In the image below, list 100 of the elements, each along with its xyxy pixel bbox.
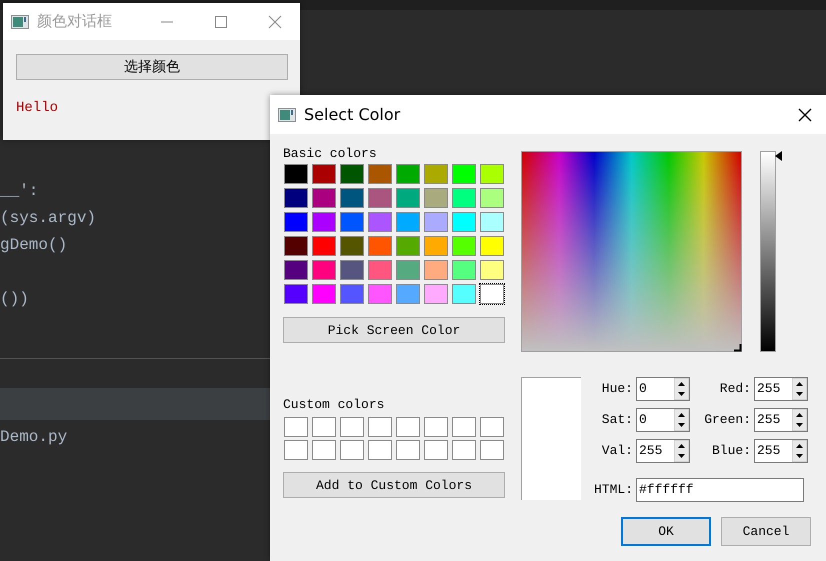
spin-box[interactable]: 0	[636, 408, 690, 432]
custom-color-slot[interactable]	[395, 439, 421, 461]
color-swatch[interactable]	[451, 283, 477, 305]
field-label: Sat:	[600, 411, 633, 429]
pick-screen-color-button[interactable]: Pick Screen Color	[283, 317, 505, 343]
color-swatch[interactable]	[283, 187, 309, 209]
spin-arrows-icon[interactable]	[792, 378, 807, 400]
color-swatch[interactable]	[367, 163, 393, 185]
color-swatch[interactable]	[479, 211, 505, 233]
spin-box[interactable]: 255	[754, 439, 808, 463]
custom-color-slot[interactable]	[451, 416, 477, 438]
spin-box[interactable]: 255	[754, 377, 808, 401]
color-swatch[interactable]	[479, 187, 505, 209]
add-custom-color-button[interactable]: Add to Custom Colors	[283, 472, 505, 498]
color-swatch[interactable]	[423, 259, 449, 281]
spin-arrows-icon[interactable]	[674, 440, 689, 462]
custom-color-slot[interactable]	[339, 416, 365, 438]
close-icon[interactable]	[798, 108, 812, 122]
custom-color-slot[interactable]	[451, 439, 477, 461]
color-swatch[interactable]	[311, 235, 337, 257]
color-swatch[interactable]	[367, 187, 393, 209]
color-swatch[interactable]	[283, 283, 309, 305]
color-swatch[interactable]	[311, 163, 337, 185]
color-swatch[interactable]	[367, 283, 393, 305]
color-swatch[interactable]	[451, 163, 477, 185]
spin-box[interactable]: 255	[754, 408, 808, 432]
custom-color-slot[interactable]	[311, 439, 337, 461]
color-swatch[interactable]	[339, 283, 365, 305]
color-swatch[interactable]	[479, 163, 505, 185]
spin-arrows-icon[interactable]	[792, 409, 807, 431]
color-swatch[interactable]	[311, 211, 337, 233]
custom-color-slot[interactable]	[423, 439, 449, 461]
color-swatch[interactable]	[283, 163, 309, 185]
custom-color-slot[interactable]	[423, 416, 449, 438]
color-swatch[interactable]	[395, 163, 421, 185]
color-swatch[interactable]	[339, 211, 365, 233]
spin-arrows-icon[interactable]	[792, 440, 807, 462]
custom-color-slot[interactable]	[367, 416, 393, 438]
color-swatch[interactable]	[311, 187, 337, 209]
html-field[interactable]: #ffffff	[636, 478, 804, 502]
color-swatch[interactable]	[339, 187, 365, 209]
value-slider[interactable]	[760, 151, 783, 352]
window-title: 颜色对话框	[37, 12, 112, 31]
code-line: ())	[0, 290, 29, 308]
color-swatch[interactable]	[451, 211, 477, 233]
color-swatch[interactable]	[423, 235, 449, 257]
color-swatch[interactable]	[395, 259, 421, 281]
color-swatch[interactable]	[451, 259, 477, 281]
field-label: HTML:	[592, 481, 633, 499]
custom-color-slot[interactable]	[311, 416, 337, 438]
color-swatch[interactable]	[479, 235, 505, 257]
dialog-title: Select Color	[304, 105, 400, 124]
custom-color-slot[interactable]	[283, 416, 309, 438]
color-swatch[interactable]	[395, 235, 421, 257]
color-swatch[interactable]	[367, 259, 393, 281]
field-label: Val:	[600, 442, 633, 460]
custom-color-slot[interactable]	[283, 439, 309, 461]
color-swatch[interactable]	[283, 235, 309, 257]
color-swatch[interactable]	[311, 283, 337, 305]
color-swatch[interactable]	[283, 211, 309, 233]
color-swatch[interactable]	[423, 163, 449, 185]
color-spectrum[interactable]	[521, 151, 742, 352]
color-swatch[interactable]	[423, 211, 449, 233]
spin-arrows-icon[interactable]	[674, 409, 689, 431]
maximize-icon[interactable]	[214, 14, 228, 28]
dialog-button[interactable]: OK	[621, 517, 711, 546]
color-swatch[interactable]	[367, 211, 393, 233]
custom-color-slot[interactable]	[367, 439, 393, 461]
window-icon	[278, 108, 296, 122]
custom-color-slot[interactable]	[395, 416, 421, 438]
custom-color-slot[interactable]	[479, 439, 505, 461]
window-icon	[11, 14, 29, 28]
dialog-button[interactable]: Cancel	[721, 517, 811, 546]
color-swatch[interactable]	[339, 163, 365, 185]
color-swatch[interactable]	[311, 259, 337, 281]
color-swatch[interactable]	[479, 259, 505, 281]
color-swatch[interactable]	[339, 235, 365, 257]
color-swatch[interactable]	[479, 283, 505, 305]
spin-box[interactable]: 255	[636, 439, 690, 463]
custom-color-slot[interactable]	[479, 416, 505, 438]
code-line: __':	[0, 182, 38, 200]
color-swatch[interactable]	[451, 235, 477, 257]
color-swatch[interactable]	[339, 259, 365, 281]
field-label: Blue:	[710, 442, 751, 460]
color-swatch[interactable]	[395, 283, 421, 305]
custom-color-slot[interactable]	[339, 439, 365, 461]
color-swatch[interactable]	[395, 211, 421, 233]
color-swatch[interactable]	[283, 259, 309, 281]
code-line: gDemo()	[0, 236, 68, 254]
color-swatch[interactable]	[367, 235, 393, 257]
field-label: Hue:	[600, 380, 633, 398]
field-label: Green:	[703, 411, 751, 429]
color-swatch[interactable]	[423, 187, 449, 209]
spin-arrows-icon[interactable]	[674, 378, 689, 400]
color-swatch[interactable]	[451, 187, 477, 209]
choose-color-button[interactable]: 选择颜色	[16, 54, 288, 80]
spin-box[interactable]: 0	[636, 377, 690, 401]
color-swatch[interactable]	[395, 187, 421, 209]
code-line: (sys.argv)	[0, 209, 96, 227]
color-swatch[interactable]	[423, 283, 449, 305]
